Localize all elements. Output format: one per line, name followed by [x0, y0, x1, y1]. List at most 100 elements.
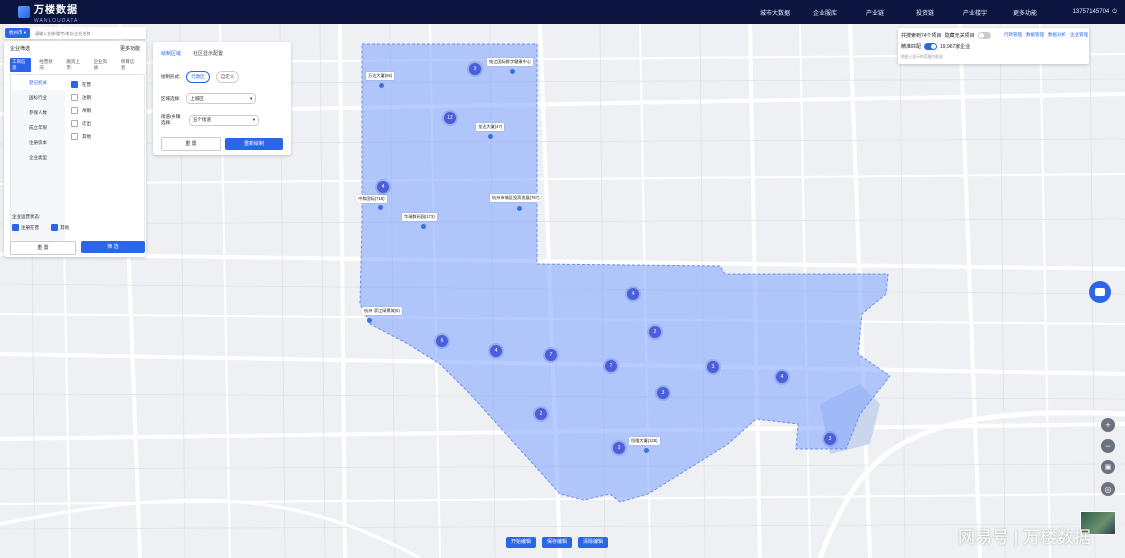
option-item[interactable]: 注销 — [71, 91, 91, 104]
map-pin[interactable] — [488, 134, 493, 139]
map-pin[interactable] — [421, 224, 426, 229]
tab-qualification[interactable]: 企业资质 — [92, 58, 113, 72]
map-cluster[interactable]: 3 — [657, 387, 669, 399]
chat-icon — [1095, 288, 1105, 296]
map-cluster[interactable]: 2 — [649, 326, 661, 338]
category-item[interactable]: 国标行业 — [11, 90, 65, 105]
map-cluster[interactable]: 4 — [490, 345, 502, 357]
tab-draw-area[interactable]: 绘制区域 — [161, 50, 181, 57]
user-account[interactable]: 13757145704 ⏻ — [1073, 0, 1117, 24]
tab-community-config[interactable]: 社区显示配置 — [193, 50, 223, 57]
filter-button[interactable]: 筛 选 — [81, 241, 145, 253]
map-pin[interactable] — [378, 205, 383, 210]
filter-admin[interactable]: 行政管理 — [1004, 32, 1022, 38]
save-edit-button[interactable]: 保存编辑 — [542, 537, 573, 548]
map-pin[interactable] — [379, 83, 384, 88]
tab-financing[interactable]: 融资上市 — [64, 58, 85, 72]
map-pin[interactable] — [367, 318, 372, 323]
map-cluster[interactable]: 7 — [605, 360, 617, 372]
map-cluster[interactable]: 3 — [824, 433, 836, 445]
map-label[interactable]: 万达大厦(65) — [366, 72, 395, 80]
map-cluster[interactable]: 12 — [444, 112, 456, 124]
category-item[interactable]: 参保人数 — [11, 105, 65, 120]
checkbox[interactable] — [51, 224, 58, 231]
search-result-panel: 共搜索到74个项目 隐藏无关项目 行政管理 数据管理 数据分析 企业管理 精准匹… — [898, 28, 1089, 64]
option-item[interactable]: 迁出 — [71, 117, 91, 130]
tab-business-info[interactable]: 工商信息 — [10, 58, 32, 72]
map-cluster[interactable]: 3 — [613, 442, 625, 454]
map-label[interactable]: 华瑞数码园(173) — [402, 213, 437, 221]
redraw-button[interactable]: 重新绘制 — [225, 138, 283, 150]
option-item[interactable]: 在营 — [71, 78, 91, 91]
filter-enterprise[interactable]: 企业管理 — [1070, 32, 1088, 38]
camera-icon[interactable]: ▣ — [1101, 460, 1115, 474]
option-item[interactable]: 吊销 — [71, 104, 91, 117]
street-select[interactable]: 五个街道 ▾ — [189, 114, 259, 126]
map-cluster[interactable]: 4 — [776, 371, 788, 383]
clear-edit-button[interactable]: 清除编辑 — [578, 537, 609, 548]
draw-option-district[interactable]: 行政区 — [186, 71, 210, 83]
district-label: 区域选择: — [161, 95, 181, 101]
category-item[interactable]: 企业类型 — [11, 150, 65, 165]
map-label[interactable]: 中和国际(716) — [356, 195, 387, 203]
checkbox[interactable] — [71, 107, 78, 114]
nav-item-investment[interactable]: 投资链 — [900, 8, 950, 17]
map-label[interactable]: 杭州市城区投资发展(767) — [490, 194, 542, 202]
search-input[interactable] — [33, 27, 138, 39]
category-item[interactable]: 登记机关 — [11, 75, 65, 90]
draw-option-custom[interactable]: 自定义 — [215, 71, 240, 83]
filter-analysis[interactable]: 数据分析 — [1048, 32, 1066, 38]
checkbox[interactable] — [71, 120, 78, 127]
hide-label: 隐藏无关项目 — [944, 33, 975, 39]
map-label[interactable]: 龙达大厦(47) — [476, 123, 505, 131]
nav-item-industry-chain[interactable]: 产业链 — [850, 8, 900, 17]
filter-options: 在营 注销 吊销 迁出 其他 — [71, 78, 91, 143]
filter-data[interactable]: 数据管理 — [1026, 32, 1044, 38]
tab-operation[interactable]: 经营状况 — [37, 58, 58, 72]
reset-button[interactable]: 重 置 — [10, 241, 76, 255]
result-count: 共搜索到74个项目 — [901, 33, 942, 39]
nav-item-buildings[interactable]: 产业楼宇 — [950, 8, 1000, 17]
zoom-out-icon[interactable]: − — [1101, 439, 1115, 453]
status-option[interactable]: 其他 — [51, 224, 69, 231]
precise-toggle[interactable] — [924, 43, 938, 50]
option-item[interactable]: 其他 — [71, 130, 91, 143]
hide-toggle[interactable] — [977, 32, 991, 39]
logo[interactable]: 万楼数据 WANLOUDATA — [18, 0, 78, 24]
tab-project[interactable]: 项目信息 — [119, 58, 140, 72]
locate-icon[interactable]: ◎ — [1101, 482, 1115, 496]
power-icon[interactable]: ⏻ — [1112, 9, 1117, 16]
assistant-button[interactable] — [1089, 281, 1111, 303]
map-cluster[interactable]: 3 — [469, 63, 481, 75]
checkbox[interactable] — [71, 81, 78, 88]
edit-toolbar: 开始编辑 保存编辑 清除编辑 — [506, 537, 609, 548]
map-cluster[interactable]: 4 — [627, 288, 639, 300]
map-cluster[interactable]: 7 — [545, 349, 557, 361]
checkbox[interactable] — [12, 224, 19, 231]
category-item[interactable]: 成立年限 — [11, 120, 65, 135]
city-selector[interactable]: 杭州市 ▾ — [5, 28, 31, 38]
zoom-in-icon[interactable]: + — [1101, 418, 1115, 432]
map-label[interactable]: 钱江国际数字健康中心 — [487, 58, 533, 66]
map-label[interactable]: 杭州·滨江绿景城(6) — [362, 307, 402, 315]
map-pin[interactable] — [644, 448, 649, 453]
more-functions-link[interactable]: 更多功能 — [120, 45, 140, 52]
district-select[interactable]: 上城区 ▾ — [186, 93, 257, 104]
map-pin[interactable] — [510, 69, 515, 74]
map-pin[interactable] — [517, 206, 522, 211]
map-cluster[interactable]: 2 — [535, 408, 547, 420]
nav-item-enterprise[interactable]: 企业服库 — [800, 8, 850, 17]
category-item[interactable]: 注册资本 — [11, 135, 65, 150]
nav-item-more[interactable]: 更多功能 — [1000, 8, 1050, 17]
map-cluster[interactable]: 4 — [377, 181, 389, 193]
street-label: 街道/乡镇选择: — [161, 114, 181, 125]
status-option[interactable]: 注册在营 — [12, 224, 39, 231]
checkbox[interactable] — [71, 133, 78, 140]
map-cluster[interactable]: 6 — [436, 335, 448, 347]
map-label[interactable]: 恒隆大厦(128) — [629, 437, 660, 445]
nav-item-city-data[interactable]: 城市大数据 — [750, 8, 800, 17]
checkbox[interactable] — [71, 94, 78, 101]
start-edit-button[interactable]: 开始编辑 — [506, 537, 537, 548]
config-reset-button[interactable]: 重 置 — [161, 137, 221, 151]
map-cluster[interactable]: 3 — [707, 361, 719, 373]
